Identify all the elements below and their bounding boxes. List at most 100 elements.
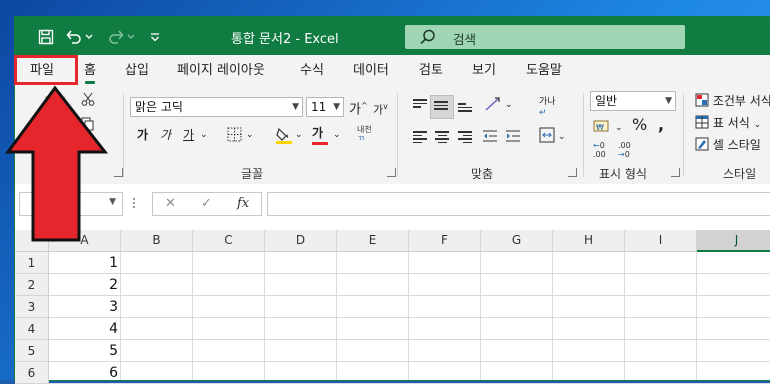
paste-icon[interactable] <box>43 93 69 125</box>
enter-icon[interactable]: ✓ <box>201 196 212 211</box>
shrink-font-button[interactable]: 가v <box>373 99 388 119</box>
phonetic-button[interactable]: 내천 ㄲ <box>357 125 372 143</box>
grip-handle[interactable] <box>133 196 136 212</box>
cell-styles-button[interactable]: 셀 스타일 <box>695 137 761 153</box>
save-icon[interactable] <box>35 26 57 48</box>
shrink-font-label: 가 <box>373 103 384 117</box>
format-as-table-button[interactable]: 표 서식 ⌄ <box>695 115 761 133</box>
grid-line <box>120 252 121 380</box>
undo-dropdown-icon[interactable] <box>83 26 95 48</box>
center-align-icon[interactable] <box>435 129 449 145</box>
insert-function-icon[interactable]: fx <box>237 196 249 211</box>
row-header[interactable]: 5 <box>15 340 49 362</box>
grow-font-button[interactable]: 가^ <box>349 98 368 118</box>
ribbon: 맑은 고딕 ▼ 11 ▼ 가^ 가v 가 가 가 ⌄ ⌄ ⌄ 가 ⌄ 내천 ㄲ 글… <box>15 87 770 185</box>
tab-formulas[interactable]: 수식 <box>300 55 324 87</box>
accounting-format-icon[interactable]: ₩ <box>593 119 611 137</box>
table-icon <box>695 115 709 129</box>
bold-button[interactable]: 가 <box>137 127 148 143</box>
cancel-icon[interactable]: ✕ <box>165 196 176 211</box>
fill-color-icon[interactable] <box>275 125 293 149</box>
row-header[interactable]: 3 <box>15 296 49 318</box>
row-header[interactable]: 6 <box>15 362 49 384</box>
formula-input[interactable] <box>267 192 770 216</box>
column-header-a[interactable]: A <box>49 230 121 252</box>
cell-a6[interactable]: 6 <box>49 362 118 384</box>
font-launcher-icon[interactable] <box>387 168 396 177</box>
decrease-indent-icon[interactable] <box>482 129 498 147</box>
left-align-icon[interactable] <box>413 129 427 145</box>
tab-insert[interactable]: 삽입 <box>125 55 149 87</box>
column-header-e[interactable]: E <box>337 230 409 252</box>
chevron-down-icon[interactable]: ⌄ <box>505 97 513 113</box>
select-all-button[interactable] <box>15 230 49 252</box>
tab-data[interactable]: 데이터 <box>353 55 389 87</box>
percent-button[interactable]: % <box>632 117 647 133</box>
font-name-combo[interactable]: 맑은 고딕 ▼ <box>130 97 303 117</box>
chevron-down-icon[interactable]: ⌄ <box>615 120 623 136</box>
cell-a4[interactable]: 4 <box>49 318 118 340</box>
wrap-text-button[interactable]: 가나 ↵ <box>539 97 556 119</box>
top-align-icon[interactable] <box>413 97 427 110</box>
chevron-down-icon[interactable]: ⌄ <box>333 127 341 143</box>
column-header-i[interactable]: I <box>625 230 697 252</box>
bottom-align-icon[interactable] <box>458 101 472 114</box>
row-header[interactable]: 2 <box>15 274 49 296</box>
chevron-down-icon[interactable]: ⌄ <box>246 127 254 143</box>
cell-a3[interactable]: 3 <box>49 296 118 318</box>
name-box[interactable]: ▼ <box>19 192 123 216</box>
column-header-b[interactable]: B <box>121 230 193 252</box>
font-color-label: 가 <box>312 126 324 140</box>
row-header[interactable]: 4 <box>15 318 49 340</box>
italic-button[interactable]: 가 <box>160 127 171 143</box>
cell-a5[interactable]: 5 <box>49 340 118 362</box>
copy-icon[interactable] <box>81 117 95 135</box>
alignment-launcher-icon[interactable] <box>568 168 577 177</box>
font-size-combo[interactable]: 11 ▼ <box>306 97 344 117</box>
search-placeholder: 검색 <box>453 32 477 47</box>
tab-review[interactable]: 검토 <box>419 55 443 87</box>
redo-dropdown-icon[interactable] <box>125 26 137 48</box>
comma-style-button[interactable]: , <box>658 117 664 133</box>
conditional-format-button[interactable]: 조건부 서식 <box>695 93 770 109</box>
cell-a2[interactable]: 2 <box>49 274 118 296</box>
font-color-button[interactable]: 가 <box>312 125 328 145</box>
column-header-h[interactable]: H <box>553 230 625 252</box>
decrease-decimal-icon[interactable]: .00 →0 <box>618 141 631 159</box>
cell-a1[interactable]: 1 <box>49 252 118 274</box>
wrap-text-label: 가나 <box>539 97 556 107</box>
column-header-c[interactable]: C <box>193 230 265 252</box>
customize-icon[interactable] <box>144 26 166 48</box>
number-format-combo[interactable]: 일반 ▼ <box>590 91 676 111</box>
increase-decimal-icon[interactable]: ←0.00 <box>593 141 606 159</box>
ribbon-tabs: 파일 홈 삽입 페이지 레이아웃 수식 데이터 검토 보기 도움말 <box>15 55 770 87</box>
right-align-icon[interactable] <box>458 129 472 145</box>
orientation-icon[interactable] <box>484 96 502 116</box>
clipboard-launcher-icon[interactable] <box>114 168 123 177</box>
column-header-f[interactable]: F <box>409 230 481 252</box>
search-box[interactable]: 검색 <box>405 25 685 49</box>
alignment-group-label: 맞춤 <box>471 167 494 181</box>
chevron-down-icon[interactable]: ⌄ <box>295 127 303 143</box>
tab-view[interactable]: 보기 <box>472 55 496 87</box>
tab-home[interactable]: 홈 <box>84 55 96 87</box>
redo-icon[interactable] <box>105 26 127 48</box>
column-header-d[interactable]: D <box>265 230 337 252</box>
chevron-down-icon: ▼ <box>665 96 672 106</box>
chevron-down-icon: ▼ <box>292 102 299 112</box>
underline-button[interactable]: 가 <box>183 127 194 143</box>
merge-center-icon[interactable] <box>539 127 555 147</box>
cut-icon[interactable] <box>81 92 95 110</box>
row-header[interactable]: 1 <box>15 252 49 274</box>
number-launcher-icon[interactable] <box>671 168 680 177</box>
undo-icon[interactable] <box>63 26 85 48</box>
tab-page-layout[interactable]: 페이지 레이아웃 <box>177 55 265 87</box>
borders-icon[interactable] <box>227 127 242 146</box>
tab-help[interactable]: 도움말 <box>526 55 562 87</box>
column-header-g[interactable]: G <box>481 230 553 252</box>
column-header-j[interactable]: J <box>697 230 770 252</box>
chevron-down-icon[interactable]: ⌄ <box>200 127 208 143</box>
middle-align-icon[interactable] <box>434 99 448 112</box>
chevron-down-icon[interactable]: ⌄ <box>558 129 566 145</box>
increase-indent-icon[interactable] <box>505 129 521 147</box>
